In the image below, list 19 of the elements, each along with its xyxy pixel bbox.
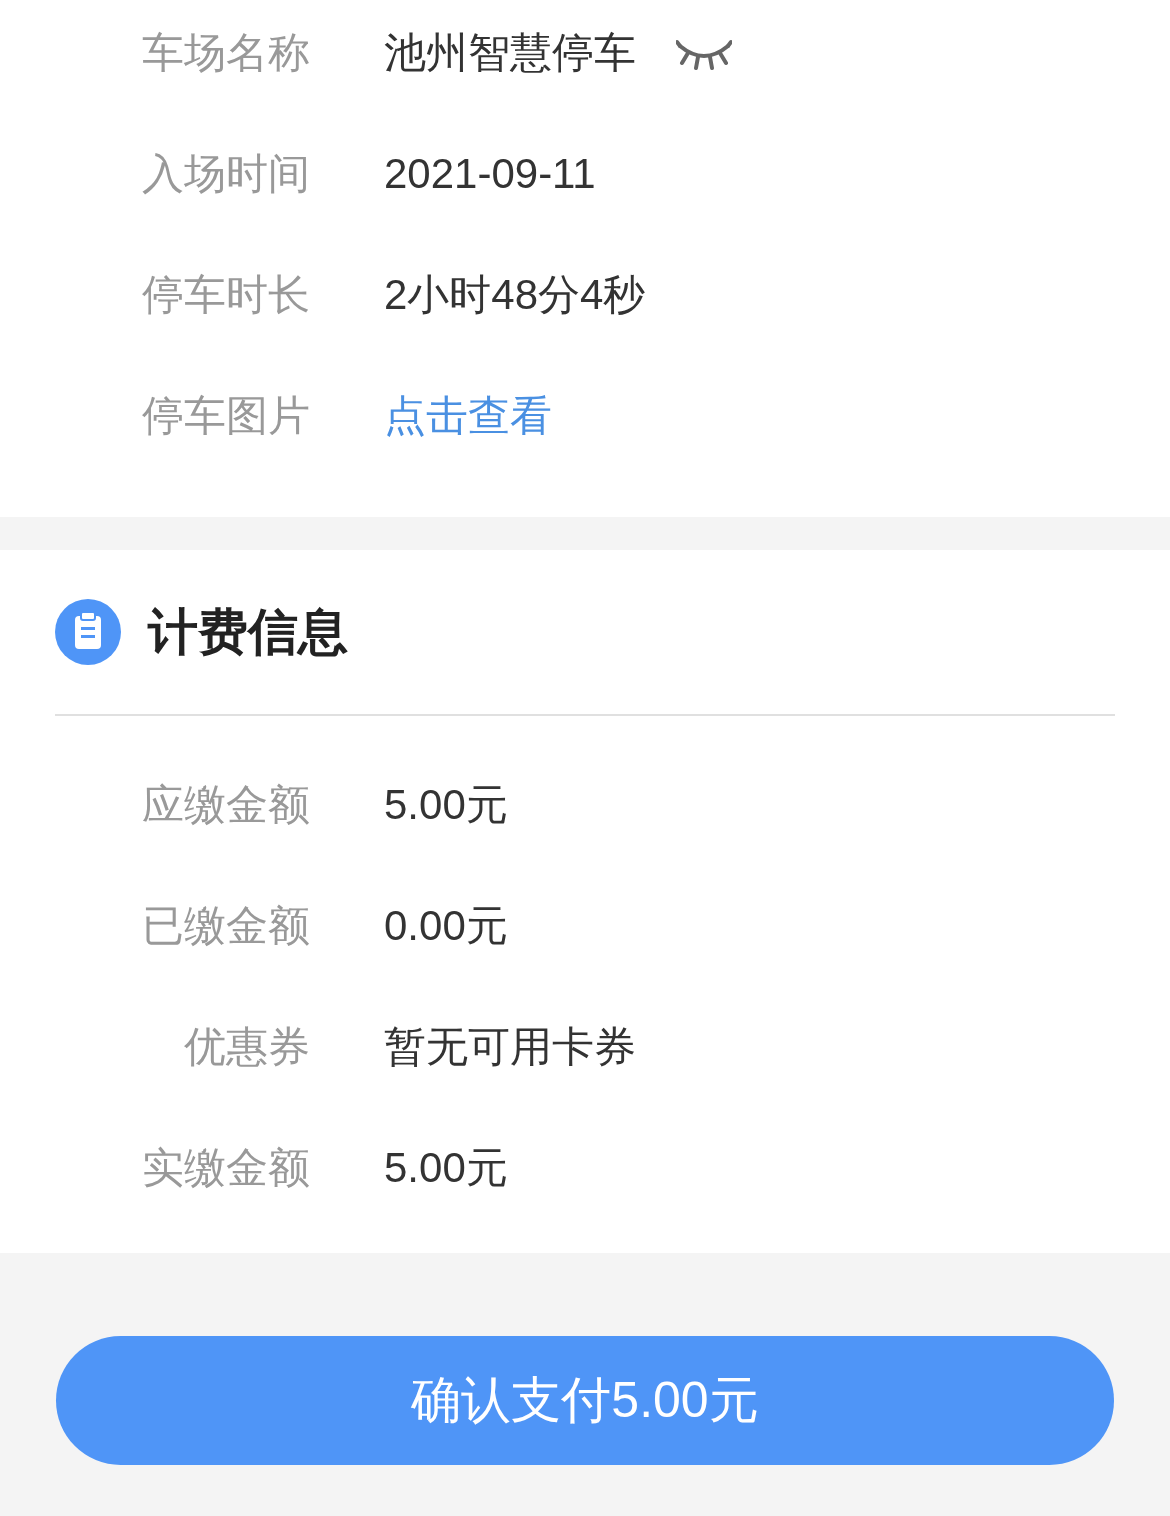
row-value: 5.00元 xyxy=(384,1143,508,1193)
row-label: 优惠券 xyxy=(184,1022,310,1072)
row-value: 5.00元 xyxy=(384,780,508,830)
section-title: 计费信息 xyxy=(148,602,348,662)
row-label: 停车时长 xyxy=(142,270,310,320)
row-label: 车场名称 xyxy=(142,28,310,78)
row-value: 2小时48分4秒 xyxy=(384,270,646,320)
row-label: 实缴金额 xyxy=(142,1143,310,1193)
row-value: 池州智慧停车 xyxy=(384,28,636,78)
clipboard-icon xyxy=(55,599,121,665)
confirm-pay-button[interactable]: 确认支付5.00元 xyxy=(56,1336,1114,1465)
row-value: 0.00元 xyxy=(384,901,508,951)
row-value: 暂无可用卡券 xyxy=(384,1022,636,1072)
row-label: 应缴金额 xyxy=(142,780,310,830)
row-label: 已缴金额 xyxy=(142,901,310,951)
view-link[interactable]: 点击查看 xyxy=(384,384,552,447)
row-label: 入场时间 xyxy=(142,149,310,199)
row-value: 2021-09-11 xyxy=(384,149,596,199)
row-label: 停车图片 xyxy=(142,391,310,441)
